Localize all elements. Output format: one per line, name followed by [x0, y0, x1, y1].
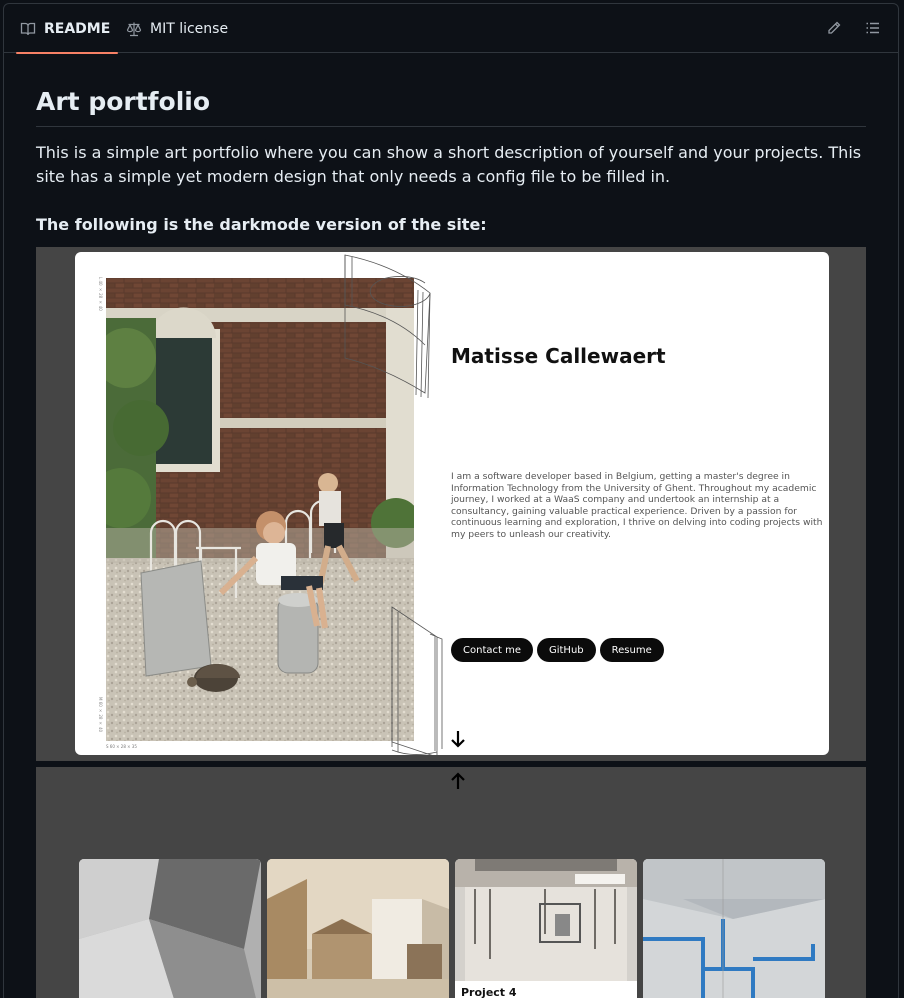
photo-dimensions-caption: S 60 × 28 × 35	[106, 744, 137, 749]
project-image	[79, 859, 261, 998]
project-card[interactable]	[79, 859, 261, 998]
outline-button[interactable]	[861, 16, 885, 40]
contact-me-button[interactable]: Contact me	[451, 638, 533, 662]
tab-license[interactable]: MIT license	[126, 4, 228, 53]
resume-button[interactable]: Resume	[599, 638, 664, 662]
scale-icon	[126, 22, 142, 36]
project-image	[455, 859, 637, 981]
github-button[interactable]: GitHub	[536, 638, 596, 662]
portfolio-name: Matisse Callewaert	[451, 344, 666, 368]
project-title: Project 4	[461, 986, 517, 998]
photo-dimensions-bottom: M 60 × 28 × 40	[98, 697, 103, 733]
photo-dimensions-top: L 40 × 28 × 40	[98, 277, 103, 311]
readme-tab-bar: README MIT license	[4, 4, 898, 54]
readme-description: This is a simple art portfolio where you…	[36, 143, 862, 186]
readme-title: Art portfolio	[36, 87, 866, 127]
darkmode-preview-image: L 40 × 28 × 40 M 60 × 28 × 40 S 60 × 28 …	[36, 247, 866, 761]
list-icon	[866, 22, 879, 34]
portfolio-photo	[106, 278, 414, 741]
projects-preview-image: Project 4	[36, 767, 866, 998]
project-image	[267, 859, 449, 998]
portfolio-buttons: Contact me GitHub Resume	[451, 638, 664, 662]
portfolio-page: L 40 × 28 × 40 M 60 × 28 × 40 S 60 × 28 …	[75, 252, 829, 755]
project-image	[643, 859, 825, 998]
tab-readme-label: README	[44, 20, 111, 37]
arrow-down-icon[interactable]	[450, 730, 466, 748]
tab-readme[interactable]: README	[15, 4, 119, 54]
project-card[interactable]	[643, 859, 825, 998]
project-cards: Project 4	[79, 859, 825, 998]
garden-photo-illustration	[106, 278, 414, 741]
project-card[interactable]: Project 4	[455, 859, 637, 998]
portfolio-bio: I am a software developer based in Belgi…	[451, 471, 823, 540]
tab-license-label: MIT license	[150, 20, 229, 37]
readme-panel: README MIT license Art portfolio This is…	[3, 3, 899, 998]
pencil-icon	[828, 21, 841, 34]
book-icon	[20, 22, 36, 35]
arrow-up-icon[interactable]	[450, 772, 466, 790]
readme-subheading: The following is the darkmode version of…	[36, 215, 487, 234]
edit-button[interactable]	[822, 16, 846, 40]
project-card[interactable]	[267, 859, 449, 998]
